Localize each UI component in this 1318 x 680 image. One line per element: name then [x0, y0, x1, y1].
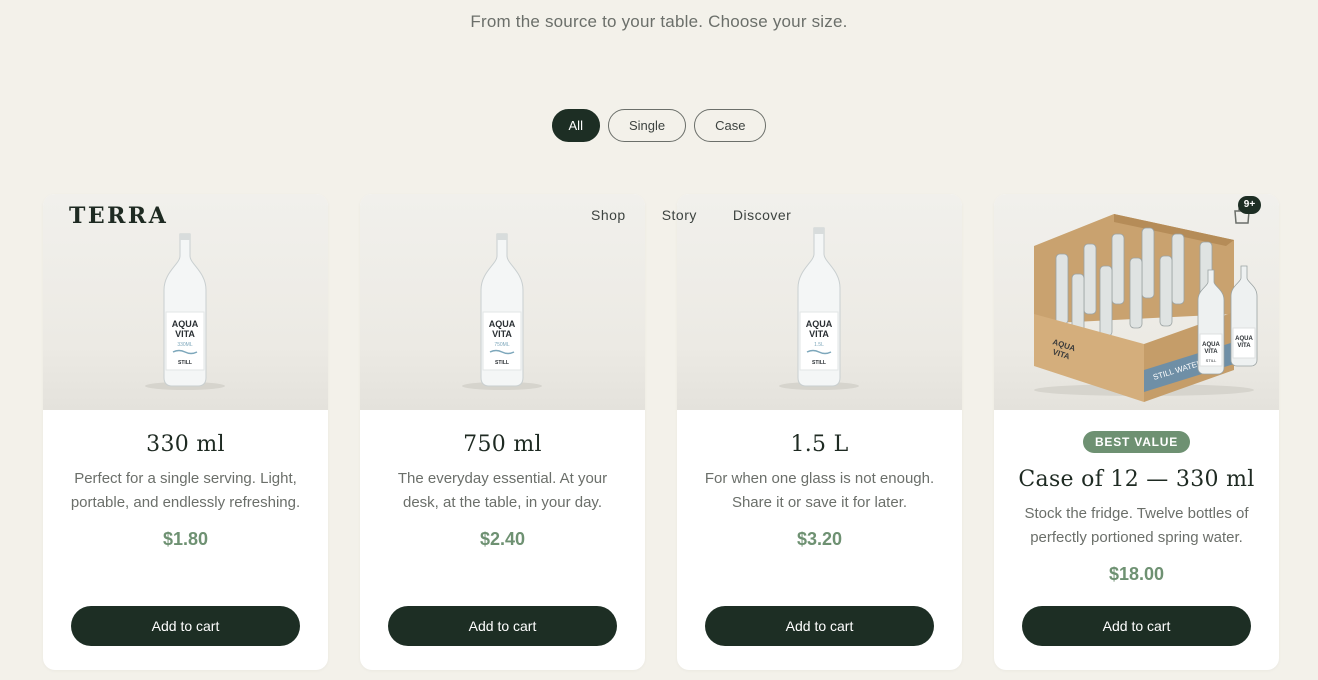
bottle-label-brand: VITA: [1237, 343, 1251, 349]
product-card-case-of-12: STILL WATER AQUA VITA AQUA VITA STILL AQ…: [994, 194, 1279, 670]
bottle-label-brand: AQUA: [172, 319, 199, 329]
add-to-cart-button[interactable]: Add to cart: [71, 606, 300, 646]
filter-case[interactable]: Case: [694, 109, 767, 142]
product-price: $3.20: [796, 529, 843, 549]
product-title: 750 ml: [463, 432, 542, 457]
bottle-label-brand: AQUA: [489, 319, 516, 329]
nav-discover[interactable]: Discover: [733, 207, 791, 223]
nav-story[interactable]: Story: [662, 207, 697, 223]
product-price: $1.80: [162, 529, 209, 549]
bottle-label-brand: AQUA: [1202, 342, 1220, 348]
bottle-label-brand: AQUA: [1235, 336, 1253, 342]
product-description: For when one glass is not enough. Share …: [704, 470, 935, 511]
product-description: Stock the fridge. Twelve bottles of perf…: [1024, 505, 1249, 546]
bottle-label-brand: VITA: [1204, 349, 1218, 355]
main-nav: Shop Story Discover: [591, 207, 827, 223]
bottle-label-brand: AQUA: [806, 319, 833, 329]
product-title: 330 ml: [146, 432, 225, 457]
product-price: $18.00: [1108, 564, 1165, 584]
bottle-label-type: STILL: [812, 360, 826, 366]
bottle-label-brand: VITA: [809, 329, 829, 339]
product-price: $2.40: [479, 529, 526, 549]
page-subtitle: From the source to your table. Choose yo…: [470, 12, 848, 31]
product-description: Perfect for a single serving. Light, por…: [70, 470, 301, 511]
filter-all[interactable]: All: [551, 109, 600, 142]
bottle-label-size: 1.5L: [814, 342, 824, 348]
nav-shop[interactable]: Shop: [591, 207, 626, 223]
bottle-label-type: STILL: [178, 360, 192, 366]
best-value-badge: BEST VALUE: [1082, 431, 1191, 453]
product-card-750ml: AQUA VITA 750ML STILL 750 ml The everyda…: [360, 194, 645, 670]
product-image: STILL WATER AQUA VITA AQUA VITA STILL AQ…: [994, 194, 1279, 410]
product-card-1-5l: AQUA VITA 1.5L STILL 1.5 L For when one …: [677, 194, 962, 670]
product-card-330ml: AQUA VITA 330ML STILL 330 ml Perfect for…: [43, 194, 328, 670]
add-to-cart-button[interactable]: Add to cart: [388, 606, 617, 646]
bottle-label-size: 330ML: [177, 342, 193, 348]
product-image: AQUA VITA 1.5L STILL: [677, 194, 962, 410]
bottle-label-type: STILL: [1206, 358, 1217, 363]
bottle-label-brand: VITA: [492, 329, 512, 339]
product-title: 1.5 L: [790, 432, 849, 457]
bottle-label-type: STILL: [495, 360, 509, 366]
filter-bar: All Single Case: [0, 109, 1318, 142]
filter-single[interactable]: Single: [607, 109, 687, 142]
product-title: Case of 12 — 330 ml: [1018, 467, 1255, 492]
add-to-cart-button[interactable]: Add to cart: [705, 606, 934, 646]
product-image: AQUA VITA 750ML STILL: [360, 194, 645, 410]
logo[interactable]: TERRA: [69, 203, 168, 229]
bottle-label-brand: VITA: [175, 329, 195, 339]
bottle-label-size: 750ML: [494, 342, 510, 348]
cart-count-badge: 9+: [1238, 196, 1261, 214]
product-description: The everyday essential. At your desk, at…: [397, 470, 608, 511]
add-to-cart-button[interactable]: Add to cart: [1022, 606, 1251, 646]
